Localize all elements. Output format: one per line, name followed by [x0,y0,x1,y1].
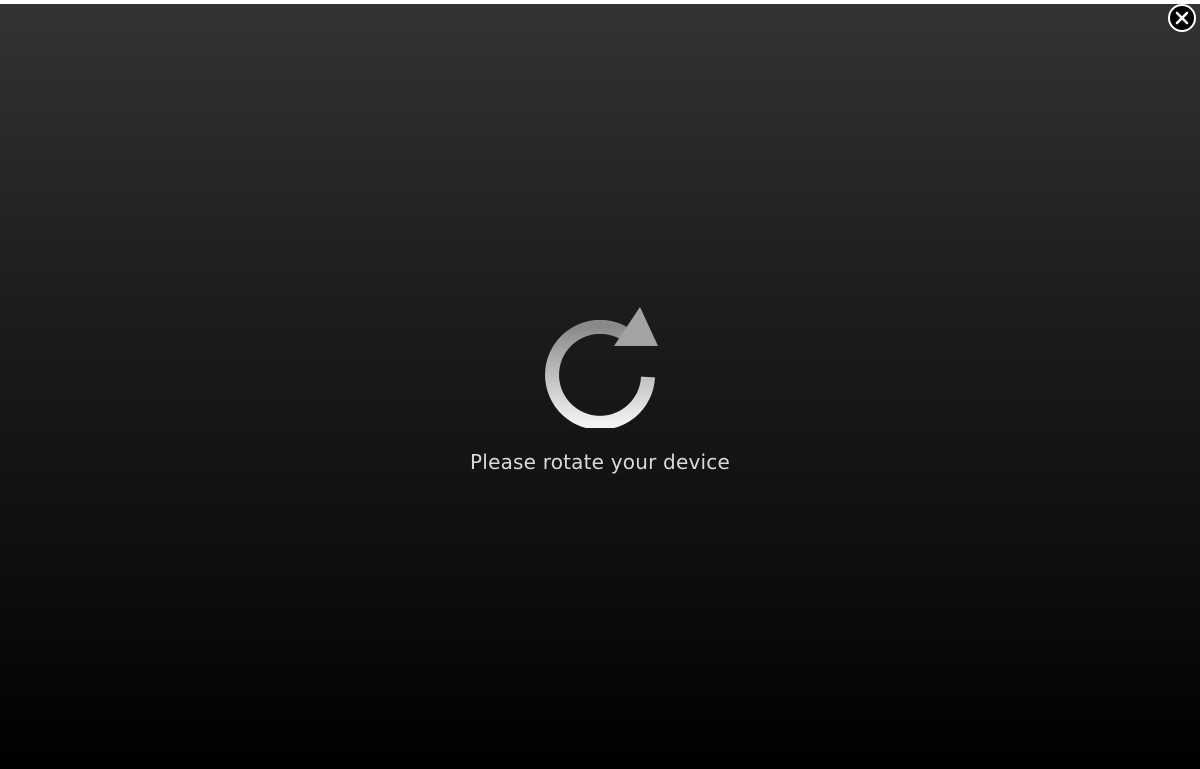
rotate-device-overlay: Please rotate your device [0,4,1200,769]
rotate-clockwise-icon [540,302,664,430]
close-icon [1175,11,1189,25]
rotate-message: Please rotate your device [470,450,730,474]
close-button[interactable] [1168,4,1196,32]
